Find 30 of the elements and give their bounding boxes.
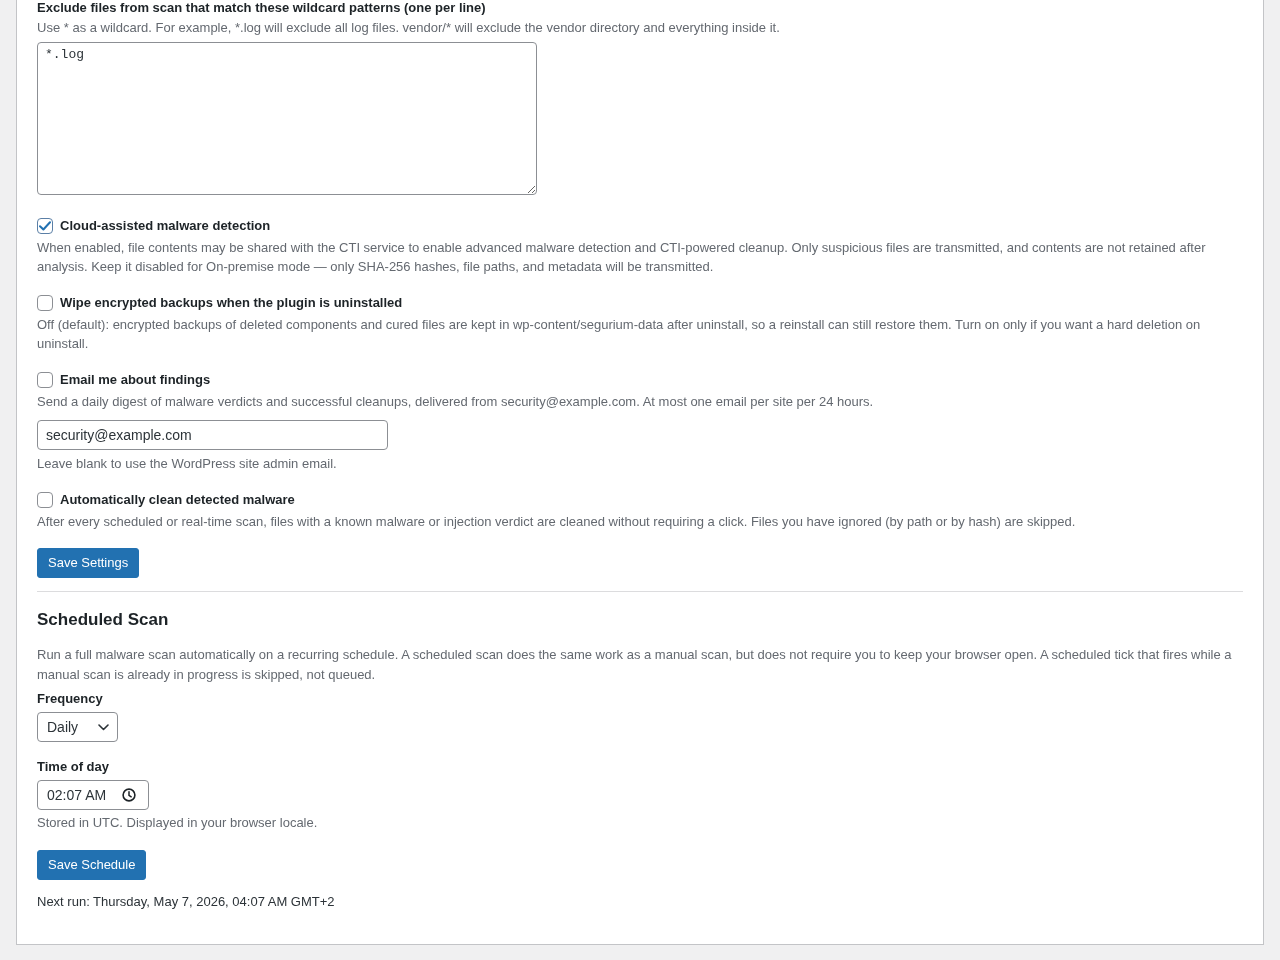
chevron-down-icon (98, 723, 109, 731)
checkbox-label: Wipe encrypted backups when the plugin is uninstalled (60, 294, 403, 311)
time-input[interactable]: 02:07 AM (37, 780, 149, 810)
help-text: Use * as a wildcard. For example, *.log will exclude all log files. vendor/* will exclude the vendor directory and everything inside it. (37, 19, 781, 37)
checkbox-label: Cloud-assisted malware detection (60, 217, 271, 234)
checkbox[interactable] (37, 491, 53, 508)
option-description: Send a daily digest of malware verdicts and successful cleanups, delivered from security@example.com. At most one email per site per 24 hours. (37, 392, 875, 411)
option-description: When enabled, file contents may be shared with the CTI service to enable advanced malware detection and CTI-powered cleanup. Only suspicious files are transmitted, and contents are not retained after analysis. Keep it disabled for On-premise mode — only SHA-256 hashes, file paths, and metadata will be transmitted. (37, 238, 1207, 276)
option-description: After every scheduled or real-time scan, files with a known malware or injection verdict are cleaned without requiring a click. Files you have ignored (by path or by hash) are skipped. (37, 512, 1077, 531)
check-icon (39, 220, 51, 231)
save-schedule-button[interactable]: Save Schedule (37, 849, 147, 880)
patterns-textarea[interactable]: *.log (37, 41, 537, 195)
checkbox[interactable] (37, 294, 53, 311)
checkbox[interactable] (37, 371, 53, 388)
email-input[interactable]: security@example.com (37, 420, 388, 450)
section-description: Run a full malware scan automatically on a recurring schedule. A scheduled scan does the same work as a manual scan, but does not require you to keep your browser open. A scheduled tick that fires while a manual scan is already in progress is skipped, not queued. (37, 646, 1233, 684)
help-text: Stored in UTC. Displayed in your browser locale. (37, 814, 319, 832)
checkbox[interactable] (37, 217, 53, 234)
field-label: Time of day (37, 759, 110, 775)
save-settings-button[interactable]: Save Settings (37, 548, 140, 578)
section-title: Scheduled Scan (37, 609, 170, 631)
help-text: Leave blank to use the WordPress site admin email. (37, 455, 338, 473)
option-description: Off (default): encrypted backups of deleted components and cured files are kept in wp-content/segurium-data after uninstall, so a reinstall can still restore them. Turn on only if you want a hard deletion on uninstall. (37, 315, 1202, 353)
frequency-select[interactable]: Daily (37, 712, 118, 742)
clock-icon (122, 788, 136, 802)
field-label: Exclude files from scan that match these wildcard patterns (one per line) (37, 0, 487, 16)
field-label: Frequency (37, 691, 104, 707)
checkbox-label: Email me about findings (60, 371, 211, 388)
next-run-text: Next run: Thursday, May 7, 2026, 04:07 AM GMT+2 (37, 892, 336, 911)
checkbox-label: Automatically clean detected malware (60, 491, 295, 508)
